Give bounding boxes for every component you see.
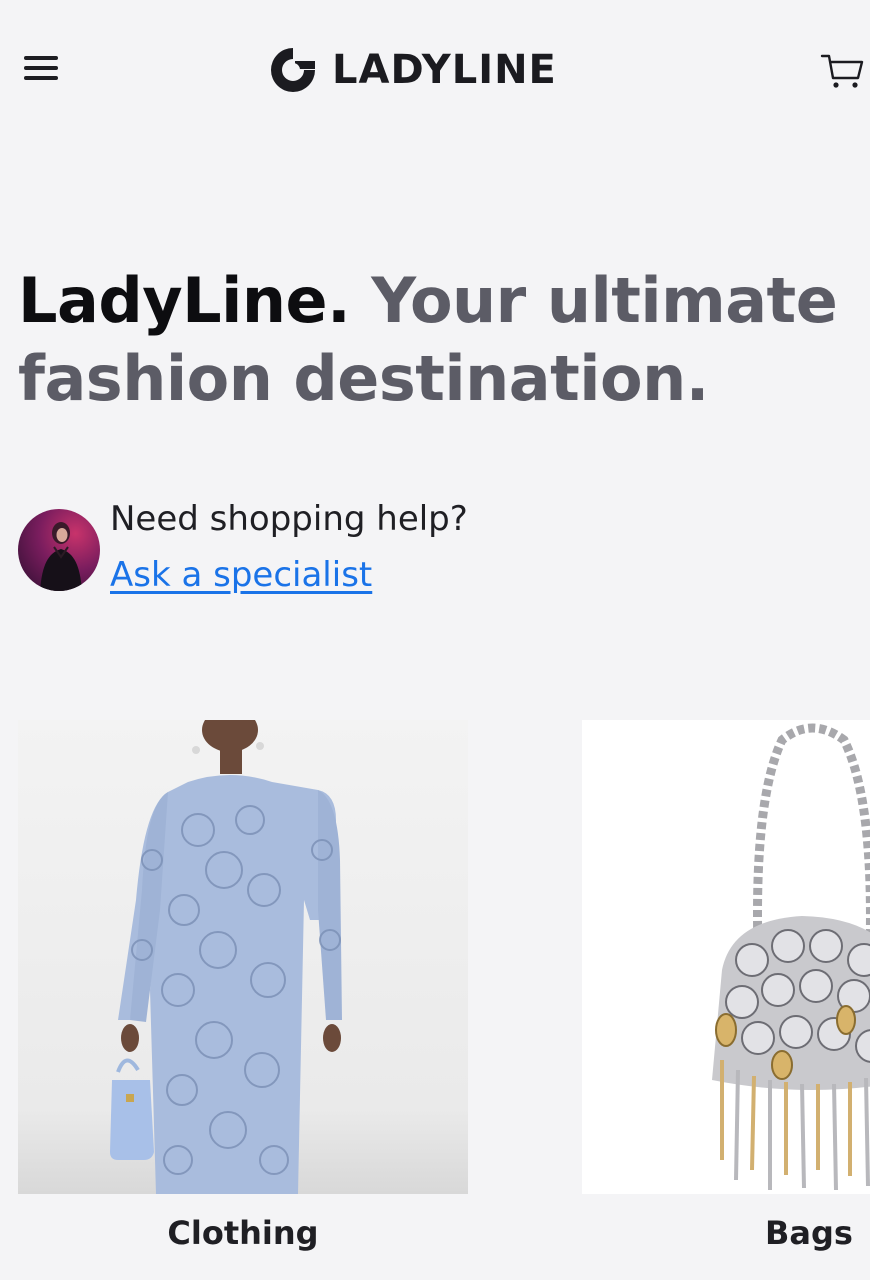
shopping-cart-icon[interactable] xyxy=(820,48,866,94)
brand-name: LADYLINE xyxy=(332,47,557,93)
menu-bar xyxy=(24,66,58,70)
menu-bar xyxy=(24,76,58,80)
help-title: Need shopping help? xyxy=(110,499,468,539)
category-card-clothing[interactable]: Clothing xyxy=(18,720,468,1280)
chain-bag-illustration xyxy=(712,723,870,1191)
cart-glyph xyxy=(820,54,864,88)
specialist-portrait-image xyxy=(40,522,82,591)
category-label-clothing: Clothing xyxy=(167,1214,319,1252)
category-card-bags[interactable]: Bags xyxy=(582,720,870,1280)
specialist-avatar xyxy=(18,509,100,591)
category-carousel: Clothing Bags xyxy=(0,720,870,1280)
clothing-image xyxy=(18,720,468,1194)
page: LADYLINE LadyLine. Your ultimate fashion… xyxy=(0,0,870,1280)
bags-image xyxy=(582,720,870,1194)
hero-brand: LadyLine. xyxy=(18,264,351,337)
shopping-help: Need shopping help? Ask a specialist xyxy=(18,497,618,607)
ask-specialist-link[interactable]: Ask a specialist xyxy=(110,555,372,595)
top-header: LADYLINE xyxy=(0,0,870,140)
hero-heading: LadyLine. Your ultimate fashion destinat… xyxy=(18,262,858,418)
category-label-bags: Bags xyxy=(765,1214,853,1252)
brand-logo[interactable]: LADYLINE xyxy=(268,42,557,98)
hamburger-menu-icon[interactable] xyxy=(20,50,62,86)
menu-bar xyxy=(24,56,58,60)
ladyline-logo-icon xyxy=(271,48,315,92)
lace-dress-illustration xyxy=(110,720,342,1194)
